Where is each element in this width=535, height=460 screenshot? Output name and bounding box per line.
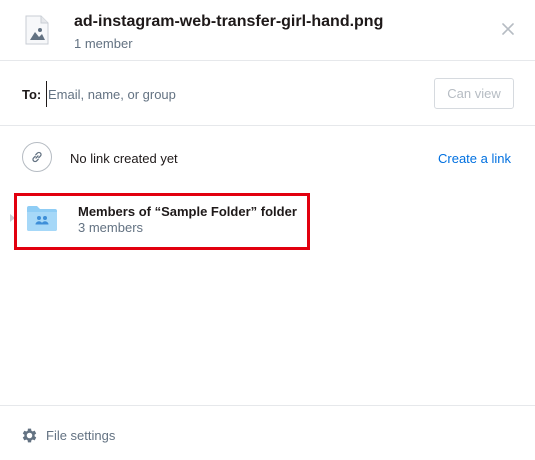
dialog-header: ad-instagram-web-transfer-girl-hand.png … [0, 0, 535, 61]
dialog-footer: File settings [0, 405, 535, 460]
member-group-count: 3 members [78, 220, 144, 235]
share-to-row: To: Can view [0, 61, 535, 126]
member-group-title: Members of “Sample Folder” folder [78, 204, 297, 219]
link-row: No link created yet Create a link [0, 126, 535, 191]
link-icon [22, 142, 52, 172]
share-dialog: ad-instagram-web-transfer-girl-hand.png … [0, 0, 535, 460]
close-icon[interactable] [499, 20, 517, 38]
recipient-input[interactable] [46, 81, 408, 107]
gear-icon[interactable] [20, 426, 39, 445]
file-settings-button[interactable]: File settings [46, 428, 115, 443]
file-name: ad-instagram-web-transfer-girl-hand.png [74, 13, 384, 30]
image-file-icon [24, 15, 50, 45]
create-link-button[interactable]: Create a link [438, 151, 511, 166]
permission-button[interactable]: Can view [434, 78, 514, 109]
member-group-row[interactable] [14, 193, 310, 250]
member-count: 1 member [74, 36, 133, 51]
link-status-text: No link created yet [70, 151, 178, 166]
to-label: To: [22, 87, 42, 102]
shared-folder-icon [26, 204, 58, 232]
